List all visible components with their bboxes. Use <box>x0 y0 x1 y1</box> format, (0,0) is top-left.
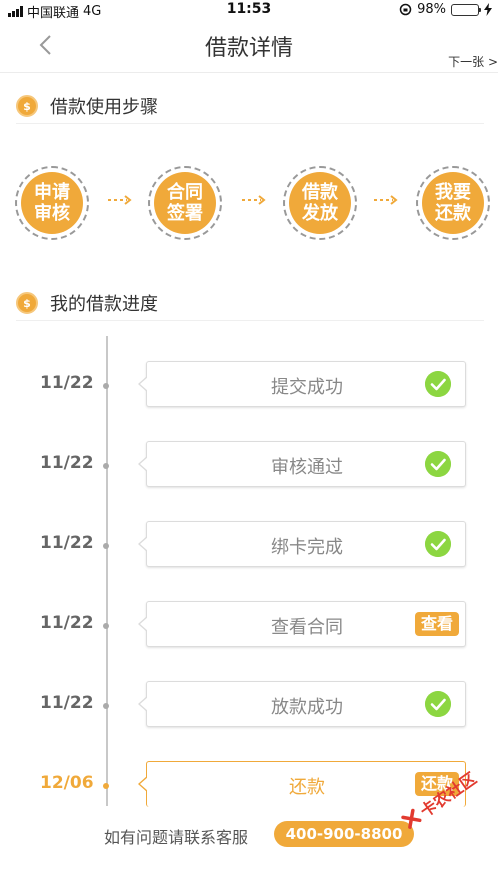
step-line2: 发放 <box>302 203 338 224</box>
steps-section-title: 借款使用步骤 <box>50 97 158 118</box>
check-icon <box>425 371 451 397</box>
battery-icon <box>451 3 481 16</box>
timeline-item-disbursed: 11/22 放款成功 <box>0 681 498 729</box>
timeline-item-contract: 11/22 查看合同 查看 <box>0 601 498 649</box>
timeline-dot <box>103 543 109 549</box>
step-line2: 审核 <box>34 203 70 224</box>
check-icon <box>425 451 451 477</box>
step-repay: 我要 还款 <box>416 166 490 240</box>
step-line1: 我要 <box>435 182 471 203</box>
arrow-right-icon <box>108 195 132 205</box>
coin-icon: $ <box>16 292 38 314</box>
timeline-card: 绑卡完成 <box>138 521 466 567</box>
step-badge: 借款 发放 <box>289 172 351 234</box>
timeline-card: 查看合同 查看 <box>138 601 466 647</box>
progress-section-title: 我的借款进度 <box>50 294 158 315</box>
timeline-dot <box>103 623 109 629</box>
step-badge: 我要 还款 <box>422 172 484 234</box>
step-line2: 签署 <box>167 203 203 224</box>
timeline-dot <box>103 783 109 789</box>
step-contract-sign: 合同 签署 <box>148 166 222 240</box>
timeline-dot <box>103 383 109 389</box>
nav-bar: 借款详情 下一张 > <box>0 20 498 73</box>
progress-section-header: $ 我的借款进度 <box>16 286 484 321</box>
timeline-date: 11/22 <box>40 373 94 393</box>
timeline-label: 提交成功 <box>271 377 343 398</box>
contact-text: 如有问题请联系客服 <box>104 828 249 847</box>
check-icon <box>425 691 451 717</box>
check-icon <box>425 531 451 557</box>
arrow-right-icon <box>242 195 266 205</box>
step-line1: 借款 <box>302 182 338 203</box>
timeline-dot <box>103 463 109 469</box>
orientation-lock-icon <box>399 3 412 16</box>
status-bar: 中国联通 4G 11:53 98% <box>0 0 498 21</box>
step-loan-release: 借款 发放 <box>283 166 357 240</box>
timeline-item-bind-card: 11/22 绑卡完成 <box>0 521 498 569</box>
timeline-card: 提交成功 <box>138 361 466 407</box>
timeline-dot <box>103 703 109 709</box>
timeline-card: 审核通过 <box>138 441 466 487</box>
timeline-label: 审核通过 <box>271 457 343 478</box>
steps-section-header: $ 借款使用步骤 <box>16 89 484 124</box>
page-title: 借款详情 <box>204 36 293 61</box>
step-apply-review: 申请 审核 <box>15 166 89 240</box>
step-badge: 合同 签署 <box>154 172 216 234</box>
timeline-label: 放款成功 <box>271 697 343 718</box>
timeline-date: 11/22 <box>40 453 94 473</box>
timeline-item-review: 11/22 审核通过 <box>0 441 498 489</box>
timeline-card: 放款成功 <box>138 681 466 727</box>
timeline-date: 11/22 <box>40 693 94 713</box>
timeline-date: 11/22 <box>40 613 94 633</box>
battery-percent: 98% <box>417 2 446 17</box>
steps-row: 申请 审核 合同 签署 借款 发放 我要 还款 <box>0 160 498 250</box>
timeline-item-submit: 11/22 提交成功 <box>0 361 498 409</box>
step-line1: 申请 <box>34 182 70 203</box>
next-button[interactable]: 下一张 > <box>448 53 498 70</box>
view-contract-button[interactable]: 查看 <box>414 612 459 636</box>
step-line1: 合同 <box>167 182 203 203</box>
timeline-label: 绑卡完成 <box>271 537 343 558</box>
step-line2: 还款 <box>435 203 471 224</box>
status-right: 98% <box>399 2 492 17</box>
step-badge: 申请 审核 <box>21 172 83 234</box>
timeline-date: 11/22 <box>40 533 94 553</box>
arrow-right-icon <box>374 195 398 205</box>
coin-icon: $ <box>16 95 38 117</box>
timeline-date: 12/06 <box>40 773 94 793</box>
phone-button[interactable]: 400-900-8800 <box>274 821 414 847</box>
charging-icon <box>484 3 492 16</box>
